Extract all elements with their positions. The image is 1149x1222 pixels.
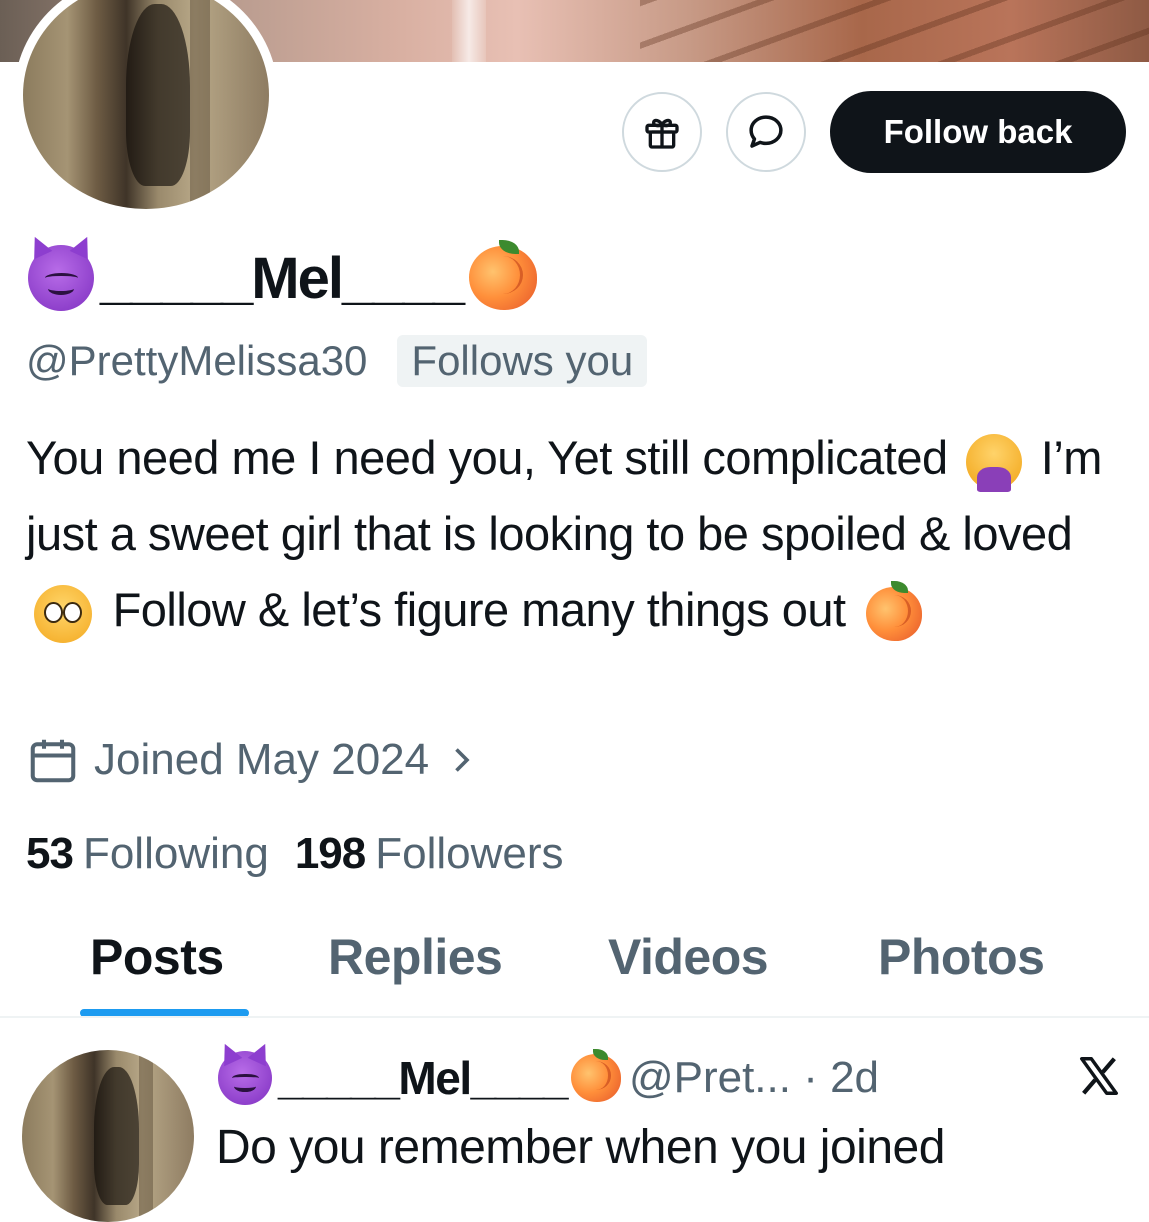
profile-handle: @PrettyMelissa30 <box>26 337 368 384</box>
avatar-photo-plank <box>190 0 210 209</box>
follows-you-badge: Follows you <box>397 335 648 387</box>
bio-text-3: Follow & let’s figure many things out <box>112 583 847 636</box>
display-name-text: _____Mel____ <box>100 245 465 311</box>
gift-icon <box>645 118 679 149</box>
smiling-devil-emoji <box>28 245 94 311</box>
gift-button[interactable] <box>622 92 702 172</box>
profile-tabs: Posts Replies Videos Photos <box>0 906 1149 1018</box>
profile-avatar[interactable] <box>14 0 278 218</box>
following-count: 53 <box>26 829 74 878</box>
tab-videos[interactable]: Videos <box>608 928 769 986</box>
followers-count: 198 <box>294 829 366 878</box>
pleading-face-emoji <box>34 584 92 643</box>
message-button[interactable] <box>726 92 806 172</box>
smiling-devil-emoji <box>218 1051 272 1105</box>
bio-text-1: You need me I need you, Yet still compli… <box>26 431 948 484</box>
chevron-right-icon <box>455 748 470 772</box>
x-logo-icon <box>1075 1048 1123 1104</box>
followers-link[interactable]: 198 Followers <box>295 829 590 879</box>
joined-text: Joined May 2024 <box>94 735 430 784</box>
avatar-photo-plank <box>138 1050 153 1222</box>
post-handle-time[interactable]: @Pret... · 2d <box>629 1053 879 1103</box>
post-header: _____Mel____ @Pret... · 2d <box>218 1046 879 1110</box>
tab-replies[interactable]: Replies <box>328 928 503 986</box>
display-name: _____Mel____ <box>28 238 537 318</box>
banner-photo-glass <box>452 0 486 62</box>
following-link[interactable]: 53 Following <box>26 829 295 879</box>
post-avatar[interactable] <box>22 1050 194 1222</box>
facepalm-emoji <box>966 433 1023 493</box>
avatar-photo-silhouette <box>126 3 191 187</box>
post-text: Do you remember when you joined <box>216 1121 945 1174</box>
avatar-photo <box>23 0 269 209</box>
peach-emoji <box>570 1049 621 1102</box>
profile-bio: You need me I need you, Yet still compli… <box>26 420 1106 648</box>
calendar-icon <box>30 739 76 783</box>
handle-row: @PrettyMelissa30 Follows you <box>26 330 648 392</box>
peach-emoji <box>866 581 923 641</box>
tab-photos[interactable]: Photos <box>878 928 1045 986</box>
peach-emoji <box>469 239 537 310</box>
banner-photo-bricks <box>640 0 1149 62</box>
avatar-photo-silhouette <box>94 1067 139 1205</box>
follow-stats: 53 Following 198 Followers <box>26 822 590 886</box>
message-bubble-icon <box>749 115 783 148</box>
following-label: Following <box>82 829 269 878</box>
joined-date[interactable]: Joined May 2024 <box>26 728 493 792</box>
followers-label: Followers <box>375 829 564 878</box>
follow-back-button[interactable]: Follow back <box>830 91 1126 173</box>
post-author-name[interactable]: _____Mel____ <box>278 1051 568 1105</box>
tab-posts[interactable]: Posts <box>90 928 224 986</box>
